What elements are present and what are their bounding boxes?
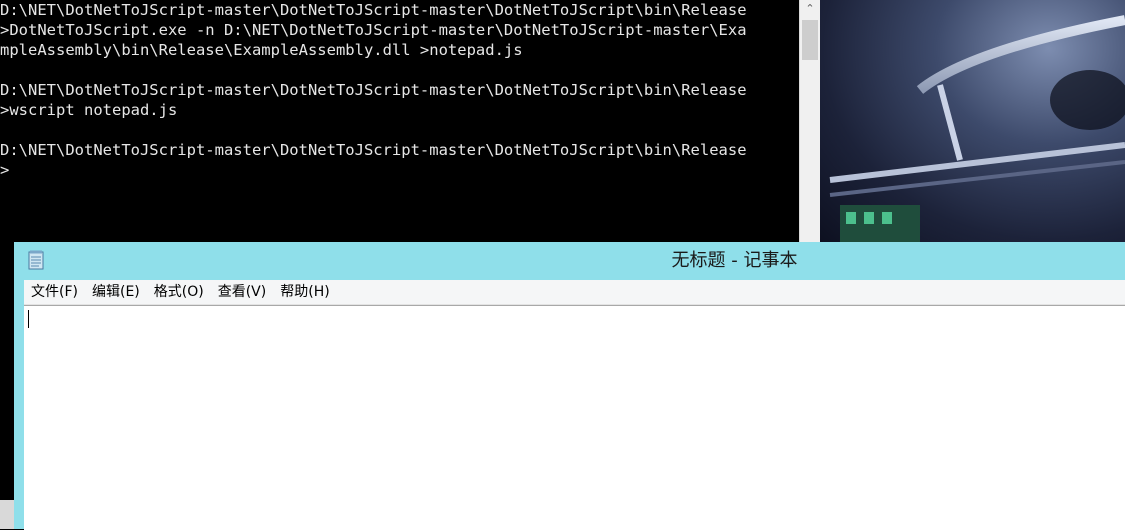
window-title: 无标题 - 记事本 bbox=[671, 250, 798, 271]
console-line: D:\NET\DotNetToJScript-master\DotNetToJS… bbox=[0, 141, 747, 159]
menu-help[interactable]: 帮助(H) bbox=[273, 280, 336, 304]
console-line: >wscript notepad.js bbox=[0, 101, 178, 119]
text-editor-area[interactable] bbox=[24, 305, 1125, 530]
console-line: D:\NET\DotNetToJScript-master\DotNetToJS… bbox=[0, 1, 747, 19]
scroll-up-arrow-icon[interactable]: ⌃ bbox=[800, 0, 820, 18]
title-bar[interactable]: 无标题 - 记事本 bbox=[14, 242, 1125, 280]
scrollbar-thumb[interactable] bbox=[802, 20, 818, 60]
console-line: >DotNetToJScript.exe -n D:\NET\DotNetToJ… bbox=[0, 21, 747, 39]
notepad-window[interactable]: 无标题 - 记事本 文件(F) 编辑(E) 格式(O) 查看(V) 帮助(H) bbox=[14, 242, 1125, 530]
menu-bar: 文件(F) 编辑(E) 格式(O) 查看(V) 帮助(H) bbox=[24, 280, 1125, 305]
text-caret bbox=[28, 310, 29, 328]
console-output: >DotNetToJScript.exe -n D:\NET\DotNetToJ… bbox=[0, 20, 747, 180]
console-scrollbar[interactable]: ⌃ bbox=[799, 0, 820, 242]
background-strip bbox=[0, 242, 14, 529]
console-line: D:\NET\DotNetToJScript-master\DotNetToJS… bbox=[0, 81, 747, 99]
console-prompt[interactable]: > bbox=[0, 160, 747, 180]
desktop-wallpaper bbox=[820, 0, 1125, 242]
wallpaper-image bbox=[829, 15, 1125, 242]
console-line: mpleAssembly\bin\Release\ExampleAssembly… bbox=[0, 41, 523, 59]
taskbar-edge bbox=[0, 500, 14, 529]
menu-view[interactable]: 查看(V) bbox=[211, 280, 274, 304]
menu-file[interactable]: 文件(F) bbox=[24, 280, 85, 304]
menu-edit[interactable]: 编辑(E) bbox=[85, 280, 147, 304]
menu-format[interactable]: 格式(O) bbox=[147, 280, 211, 304]
